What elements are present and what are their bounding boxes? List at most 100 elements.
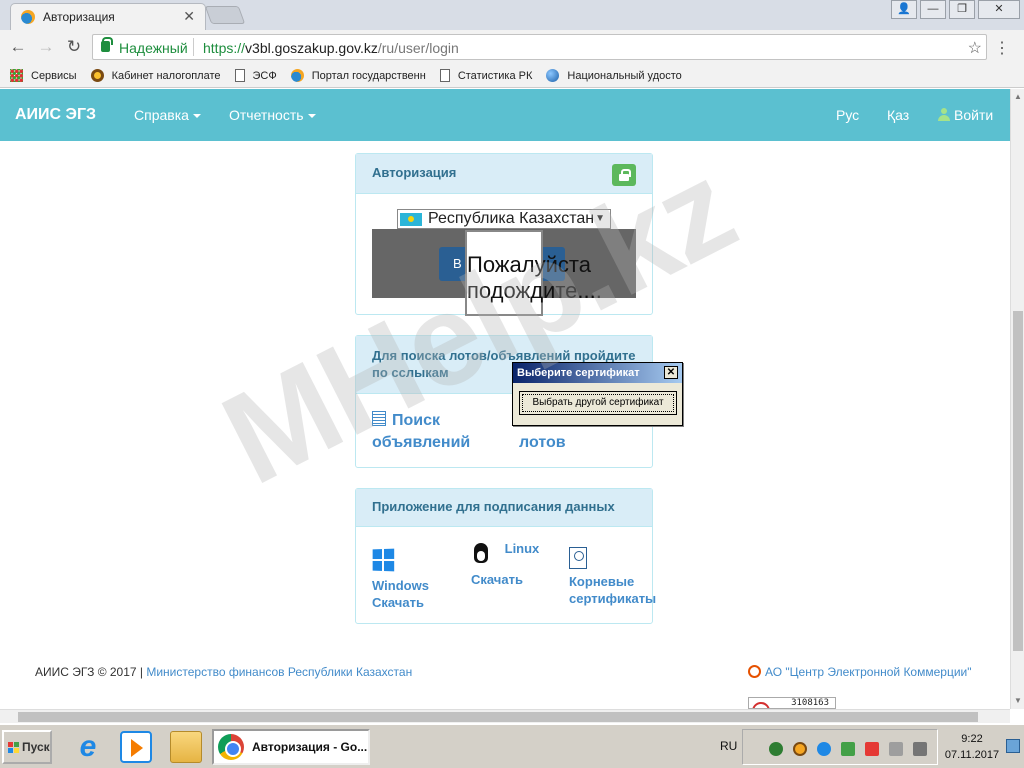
- scrollbar-thumb[interactable]: [1013, 311, 1023, 651]
- alert-icon[interactable]: [865, 742, 879, 756]
- bookmark-services[interactable]: Сервисы: [10, 69, 77, 82]
- root-certificates-link[interactable]: Корневые сертификаты: [569, 547, 656, 607]
- scroll-up-arrow-icon[interactable]: ▲: [1011, 89, 1024, 105]
- url-text: https://v3bl.goszakup.gov.kz/ru/user/log…: [203, 40, 459, 56]
- bookmark-national-ca[interactable]: Национальный удосто: [546, 69, 682, 82]
- windows-download-link[interactable]: Windows Скачать: [372, 548, 429, 611]
- forward-arrow-icon[interactable]: →: [36, 37, 56, 57]
- network-globe-icon[interactable]: [769, 742, 783, 756]
- horizontal-scrollbar[interactable]: [0, 709, 1010, 723]
- apps-icon: [10, 69, 23, 82]
- bookmark-taxpayer-cabinet[interactable]: Кабинет налогоплате: [90, 69, 221, 82]
- lock-icon: [612, 164, 636, 186]
- caret-down-icon: [307, 114, 316, 119]
- brand-logo[interactable]: АИИС ЭГЗ: [15, 106, 96, 124]
- bookmark-esf[interactable]: ЭСФ: [234, 69, 277, 82]
- new-tab-button[interactable]: [204, 6, 246, 24]
- taskbar-chrome-item[interactable]: Авторизация - Go...: [212, 729, 370, 765]
- login-link[interactable]: Войти: [938, 107, 993, 123]
- signing-panel-title: Приложение для подписания данных: [372, 499, 615, 514]
- taskbar: Пуск e Авторизация - Go... RU 9:22 07.11…: [0, 724, 1024, 768]
- menu-help-label: Справка: [134, 107, 189, 123]
- linux-download-link[interactable]: Linux Скачать: [471, 541, 539, 588]
- volume-muted-icon[interactable]: [913, 742, 927, 756]
- signing-app-panel: Приложение для подписания данных Windows…: [355, 488, 656, 624]
- keyboard-language[interactable]: RU: [720, 739, 737, 753]
- ministry-link[interactable]: Министерство финансов Республики Казахст…: [146, 665, 412, 679]
- lang-ru[interactable]: Рус: [836, 107, 859, 123]
- restore-button[interactable]: ❐: [949, 0, 975, 19]
- close-window-button[interactable]: ✕: [978, 0, 1020, 19]
- browser-menu-icon[interactable]: ⋮: [994, 38, 1010, 58]
- clock-time: 9:22: [961, 733, 983, 745]
- document-icon: [439, 69, 450, 82]
- footer-copyright: АИИС ЭГЗ © 2017 | Министерство финансов …: [35, 665, 412, 679]
- explorer-folder-icon[interactable]: [170, 731, 202, 763]
- url-path: /ru/user/login: [377, 40, 459, 56]
- window-controls: 👤 — ❐ ✕: [888, 0, 1020, 20]
- lang-kz[interactable]: Қаз: [887, 107, 909, 123]
- browser-tab-strip: Авторизация ✕ 👤 — ❐ ✕: [0, 0, 1024, 30]
- minimize-button[interactable]: —: [920, 0, 946, 19]
- bookmark-label: Кабинет налогоплате: [111, 69, 221, 82]
- copyright-text: АИИС ЭГЗ © 2017 |: [35, 665, 147, 679]
- certificate-dialog-title: Выберите сертификат: [517, 367, 640, 379]
- wait-box: Пожалуйста подождите....: [465, 230, 602, 316]
- ecc-link[interactable]: АО "Центр Электронной Коммерции": [748, 665, 972, 679]
- signing-apps: Windows Скачать Linux Скачать Корневые с…: [356, 527, 656, 623]
- country-value: Республика Казахстан: [428, 210, 595, 227]
- auth-panel: Авторизация Республика Казахстан ▼ В Пож…: [355, 153, 653, 316]
- media-player-icon[interactable]: [120, 731, 152, 763]
- visit-counter[interactable]: 3108163: [748, 697, 836, 709]
- vertical-scrollbar[interactable]: ▲ ▼: [1010, 89, 1024, 709]
- auth-panel-header: Авторизация: [356, 154, 652, 194]
- hscrollbar-thumb[interactable]: [18, 712, 978, 722]
- login-label: Войти: [954, 107, 994, 123]
- internet-explorer-icon[interactable]: e: [72, 731, 104, 763]
- tab-close-icon[interactable]: ✕: [183, 8, 195, 25]
- bookmark-gov-portal[interactable]: Портал государственн: [290, 69, 426, 82]
- app-navbar: АИИС ЭГЗ Справка Отчетность Рус Қаз Войт…: [0, 89, 1010, 141]
- windows-name: Windows: [372, 578, 429, 593]
- document-icon: [234, 69, 245, 82]
- globe-icon: [546, 69, 560, 82]
- certificate-dialog-titlebar: Выберите сертификат ✕: [513, 363, 682, 383]
- bookmark-star-icon[interactable]: ☆: [968, 38, 982, 58]
- menu-reports[interactable]: Отчетность: [229, 107, 316, 123]
- show-desktop-icon[interactable]: [1006, 739, 1020, 753]
- scroll-down-arrow-icon[interactable]: ▼: [1011, 693, 1024, 709]
- back-arrow-icon[interactable]: ←: [8, 37, 28, 57]
- reload-icon[interactable]: ↻: [64, 37, 84, 57]
- search-announcements-link[interactable]: Поиск объявлений: [372, 410, 482, 454]
- wait-message: Пожалуйста подождите....: [467, 252, 602, 303]
- kazakhstan-flag-icon: [400, 213, 422, 226]
- clock[interactable]: 9:22 07.11.2017: [942, 731, 1002, 763]
- wifi-icon[interactable]: [817, 742, 831, 756]
- signing-panel-header: Приложение для подписания данных: [356, 489, 652, 527]
- bookmark-label: Портал государственн: [311, 69, 426, 82]
- security-shield-icon[interactable]: [841, 742, 855, 756]
- taskbar-item-label: Авторизация - Go...: [252, 740, 368, 754]
- user-profile-icon[interactable]: 👤: [891, 0, 917, 19]
- menu-reports-label: Отчетность: [229, 107, 304, 123]
- address-bar[interactable]: Надежный https://v3bl.goszakup.gov.kz/ru…: [92, 34, 987, 60]
- country-select[interactable]: Республика Казахстан ▼: [397, 209, 611, 229]
- search-announcements-label: Поиск объявлений: [372, 412, 471, 451]
- list-icon: [372, 411, 386, 426]
- menu-help[interactable]: Справка: [134, 107, 201, 123]
- bookmark-statistics[interactable]: Статистика РК: [439, 69, 532, 82]
- choose-other-certificate-button[interactable]: Выбрать другой сертификат: [519, 391, 677, 415]
- ecc-logo-icon: [748, 665, 761, 678]
- browser-tab[interactable]: Авторизация ✕: [10, 3, 206, 30]
- start-button[interactable]: Пуск: [2, 730, 52, 764]
- certs-line2: сертификаты: [569, 591, 657, 606]
- search-lots-link[interactable]: лотов: [519, 432, 566, 454]
- close-icon[interactable]: ✕: [664, 366, 678, 379]
- tax-gear-icon[interactable]: [793, 742, 807, 756]
- url-scheme: https://: [203, 40, 246, 56]
- windows-action: Скачать: [372, 595, 424, 610]
- windows-icon: [372, 548, 395, 572]
- dropdown-arrow-icon: ▼: [595, 213, 605, 224]
- device-icon[interactable]: [889, 742, 903, 756]
- gear-icon: [90, 69, 104, 82]
